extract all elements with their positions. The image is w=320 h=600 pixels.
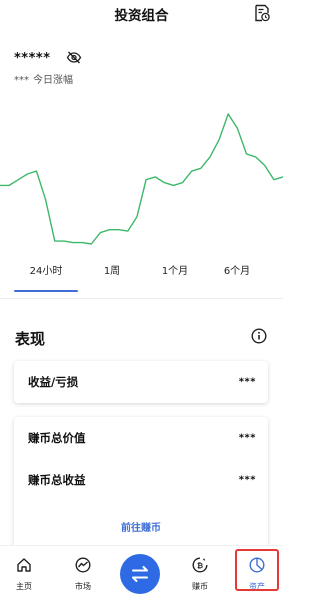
nav-market-label: 市场 xyxy=(75,582,91,591)
earn-summary-card: 赚币总价值 *** 赚币总收益 *** 前往赚币 xyxy=(14,417,268,551)
nav-market[interactable]: 市场 xyxy=(63,546,103,598)
info-icon[interactable] xyxy=(251,328,267,344)
nav-earn-label: 赚币 xyxy=(192,582,208,591)
assets-highlight-box xyxy=(235,549,279,591)
swap-button[interactable] xyxy=(120,554,160,594)
today-change-value: *** xyxy=(14,75,29,86)
swap-arrows-icon xyxy=(132,566,148,582)
earn-total-profit-label: 赚币总收益 xyxy=(28,473,86,487)
earn-total-value: *** xyxy=(238,432,256,444)
chart-series-line xyxy=(0,113,283,245)
portfolio-line-chart[interactable] xyxy=(0,106,283,252)
tab-24h[interactable]: 24小时 xyxy=(14,262,78,292)
divider xyxy=(0,298,283,299)
nav-home[interactable]: 主页 xyxy=(4,546,44,598)
earn-total-profit: *** xyxy=(238,474,256,486)
bitcoin-circle-icon: ₿ xyxy=(192,557,208,573)
profit-loss-card[interactable]: 收益/亏损 *** xyxy=(14,361,268,403)
tab-1m[interactable]: 1个月 xyxy=(152,262,198,292)
earn-total-value-label: 赚币总价值 xyxy=(28,431,86,445)
page-title: 投资组合 xyxy=(114,8,169,24)
profit-loss-value: *** xyxy=(238,376,256,388)
header: 投资组合 xyxy=(0,0,283,26)
time-range-tabs: 24小时 1周 1个月 6个月 xyxy=(0,262,283,294)
section-title-performance: 表现 xyxy=(15,330,46,348)
profit-loss-row: 收益/亏损 *** xyxy=(14,361,268,403)
tab-1w[interactable]: 1周 xyxy=(92,262,132,292)
eye-off-icon[interactable] xyxy=(66,51,82,64)
home-icon xyxy=(17,558,31,572)
earn-total-value-row: 赚币总价值 *** xyxy=(14,417,268,459)
today-change: *** 今日涨幅 xyxy=(14,71,77,86)
today-change-label: 今日涨幅 xyxy=(33,75,73,86)
history-doc-icon[interactable] xyxy=(254,4,270,22)
go-to-earn-link[interactable]: 前往赚币 xyxy=(14,501,268,551)
svg-text:₿: ₿ xyxy=(197,561,203,570)
tab-6m[interactable]: 6个月 xyxy=(214,262,260,292)
nav-home-label: 主页 xyxy=(16,582,32,591)
chart-circle-icon xyxy=(75,557,91,573)
total-balance: ***** xyxy=(14,51,51,66)
profit-loss-label: 收益/亏损 xyxy=(28,375,79,389)
nav-earn[interactable]: ₿ 赚币 xyxy=(180,546,220,598)
earn-total-profit-row: 赚币总收益 *** xyxy=(14,459,268,501)
